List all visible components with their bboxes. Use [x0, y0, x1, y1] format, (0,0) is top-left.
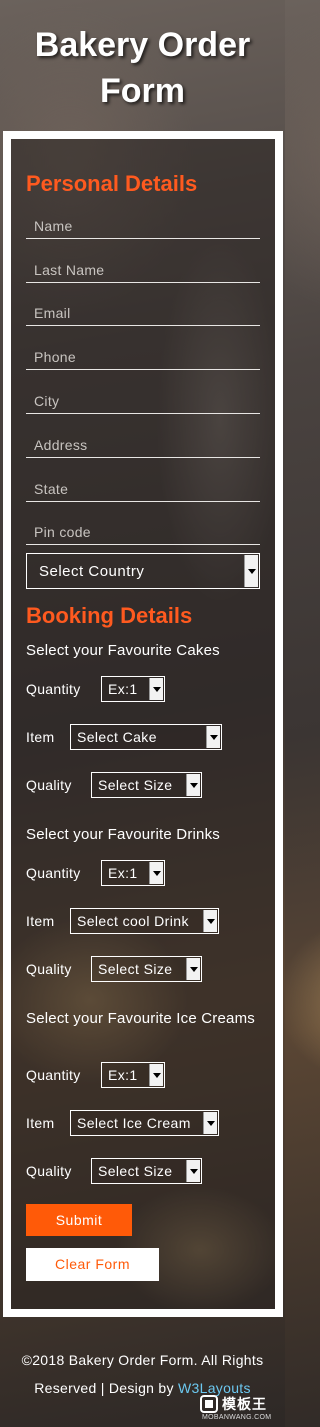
last-name-field[interactable]: [26, 241, 260, 283]
drinks-group-label: Select your Favourite Drinks: [26, 826, 221, 843]
chevron-down-icon: [186, 958, 200, 980]
country-select[interactable]: Select Country: [26, 553, 260, 589]
drinks-quantity-label: Quantity: [26, 865, 81, 881]
submit-button[interactable]: Submit: [26, 1204, 132, 1236]
cakes-group-label: Select your Favourite Cakes: [26, 642, 220, 659]
cakes-quantity-label: Quantity: [26, 681, 81, 697]
ice-creams-item-label: Item: [26, 1115, 55, 1131]
ice-creams-quality-label: Quality: [26, 1163, 72, 1179]
chevron-down-icon: [149, 678, 163, 700]
ice-creams-item-value: Select Ice Cream: [77, 1115, 191, 1131]
drinks-quality-label: Quality: [26, 961, 72, 977]
address-field[interactable]: [26, 416, 260, 458]
city-field[interactable]: [26, 372, 260, 414]
personal-details-heading: Personal Details: [26, 171, 198, 196]
chevron-down-icon: [244, 555, 258, 587]
cakes-quantity-value: Ex:1: [108, 681, 138, 697]
drinks-quality-select[interactable]: Select Size: [91, 956, 202, 982]
cakes-quantity-select[interactable]: Ex:1: [101, 676, 165, 702]
order-form: Personal Details Select Country Booking …: [3, 131, 283, 1317]
drinks-item-select[interactable]: Select cool Drink: [70, 908, 219, 934]
chevron-down-icon: [203, 1112, 217, 1134]
ice-creams-item-select[interactable]: Select Ice Cream: [70, 1110, 219, 1136]
cakes-quality-value: Select Size: [98, 777, 173, 793]
state-field[interactable]: [26, 460, 260, 502]
ice-creams-quantity-select[interactable]: Ex:1: [101, 1062, 165, 1088]
email-field[interactable]: [26, 284, 260, 326]
drinks-quality-value: Select Size: [98, 961, 173, 977]
chevron-down-icon: [186, 774, 200, 796]
watermark-cn-text: 模板王: [222, 1396, 267, 1412]
chevron-down-icon: [206, 726, 220, 748]
chevron-down-icon: [186, 1160, 200, 1182]
chevron-down-icon: [149, 862, 163, 884]
booking-details-heading: Booking Details: [26, 603, 193, 628]
drinks-item-value: Select cool Drink: [77, 913, 189, 929]
watermark: 模板王 MOBANWANG.COM: [200, 1394, 282, 1424]
ice-creams-quantity-value: Ex:1: [108, 1067, 138, 1083]
drinks-item-label: Item: [26, 913, 55, 929]
cakes-quality-label: Quality: [26, 777, 72, 793]
chevron-down-icon: [149, 1064, 163, 1086]
cakes-item-label: Item: [26, 729, 55, 745]
chevron-down-icon: [203, 910, 217, 932]
watermark-logo-icon: [200, 1395, 218, 1413]
ice-creams-quality-value: Select Size: [98, 1163, 173, 1179]
country-select-value: Select Country: [39, 563, 145, 580]
pin-code-field[interactable]: [26, 503, 260, 545]
name-field[interactable]: [26, 197, 260, 239]
drinks-quantity-select[interactable]: Ex:1: [101, 860, 165, 886]
ice-creams-group-label: Select your Favourite Ice Creams: [26, 1010, 255, 1027]
ice-creams-quality-select[interactable]: Select Size: [91, 1158, 202, 1184]
drinks-quantity-value: Ex:1: [108, 865, 138, 881]
page-title: Bakery Order Form: [34, 26, 251, 110]
ice-creams-quantity-label: Quantity: [26, 1067, 81, 1083]
watermark-en-text: MOBANWANG.COM: [202, 1414, 272, 1421]
cakes-item-select[interactable]: Select Cake: [70, 724, 222, 750]
phone-field[interactable]: [26, 328, 260, 370]
clear-form-button[interactable]: Clear Form: [26, 1248, 159, 1281]
cakes-item-value: Select Cake: [77, 729, 157, 745]
cakes-quality-select[interactable]: Select Size: [91, 772, 202, 798]
